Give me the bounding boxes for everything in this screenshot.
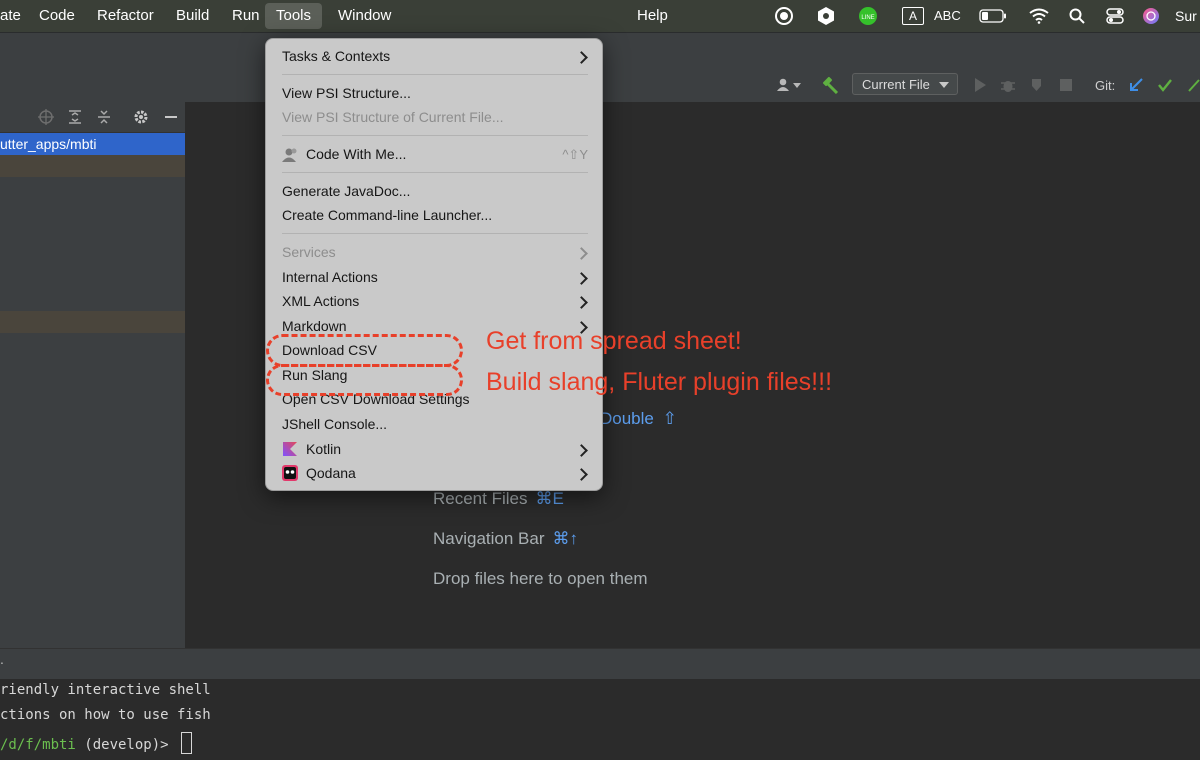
annotation-text-build-slang: Build slang, Fluter plugin files!!! [486, 368, 833, 396]
menu-item-tasks-contexts[interactable]: Tasks & Contexts [282, 48, 390, 64]
spotlight-search-icon[interactable] [1067, 0, 1087, 32]
collapse-all-icon[interactable] [95, 108, 113, 126]
hide-panel-icon[interactable] [162, 108, 180, 126]
menu-code[interactable]: Code [39, 0, 75, 32]
chevron-down-icon [939, 82, 949, 88]
menu-item-xml-actions[interactable]: XML Actions [282, 293, 359, 309]
menu-refactor[interactable]: Refactor [97, 0, 154, 32]
menu-item-view-psi-structure[interactable]: View PSI Structure... [282, 85, 411, 101]
menu-divider [282, 74, 588, 75]
control-center-icon[interactable] [1105, 0, 1125, 32]
menu-divider [282, 135, 588, 136]
line-app-icon[interactable]: LINE [857, 0, 879, 32]
git-label: Git: [1095, 78, 1116, 93]
menu-item-markdown[interactable]: Markdown [282, 318, 347, 334]
chevron-right-icon [575, 296, 588, 309]
menu-item-create-launcher[interactable]: Create Command-line Launcher... [282, 207, 492, 223]
run-configuration-dropdown[interactable]: Current File [852, 73, 958, 95]
drop-files-hint: Drop files here to open them [433, 569, 648, 588]
annotation-oval-download-csv [266, 334, 463, 367]
menu-run[interactable]: Run [232, 0, 260, 32]
terminal-cursor [181, 732, 193, 754]
navigation-bar-hint: Navigation Bar ⌘↑ [433, 529, 579, 548]
git-update-icon[interactable] [1127, 76, 1145, 94]
menu-item-qodana[interactable]: Qodana [306, 465, 356, 481]
debug-icon[interactable] [999, 76, 1017, 94]
chevron-right-icon [575, 51, 588, 64]
app-hex-icon[interactable] [815, 0, 837, 32]
chevron-right-icon [575, 272, 588, 285]
stop-icon[interactable] [1057, 76, 1075, 94]
menu-navigate[interactable]: ate [0, 0, 21, 32]
profile-icon[interactable] [1028, 76, 1046, 94]
annotation-text-spreadsheet: Get from spread sheet! [486, 327, 742, 355]
expand-all-icon[interactable] [66, 108, 84, 126]
siri-icon[interactable] [1141, 0, 1161, 32]
run-icon[interactable] [971, 76, 989, 94]
code-with-me-shortcut: ^⇧Y [562, 147, 588, 162]
menu-item-code-with-me[interactable]: Code With Me... [306, 146, 406, 162]
menu-help[interactable]: Help [637, 0, 668, 32]
recent-files-hint: Recent Files ⌘E [433, 489, 564, 508]
locate-target-icon[interactable] [37, 108, 55, 126]
annotation-oval-run-slang [266, 364, 463, 396]
code-with-me-icon [282, 147, 300, 168]
wifi-icon[interactable] [1028, 0, 1050, 32]
menu-divider [282, 233, 588, 234]
gear-icon[interactable] [132, 108, 150, 126]
terminal-output[interactable]: riendly interactive shell ctions on how … [0, 679, 1200, 760]
menu-build[interactable]: Build [176, 0, 209, 32]
code-with-me-icon[interactable] [775, 76, 803, 94]
terminal-line: riendly interactive shell [0, 682, 211, 698]
menu-item-jshell-console[interactable]: JShell Console... [282, 416, 387, 432]
git-push-icon[interactable] [1185, 76, 1200, 94]
menu-item-kotlin[interactable]: Kotlin [306, 441, 341, 457]
battery-icon[interactable] [979, 0, 1007, 32]
project-tool-window [0, 102, 186, 648]
chevron-right-icon [575, 247, 588, 260]
kotlin-icon [282, 441, 298, 462]
build-hammer-icon[interactable] [821, 76, 839, 94]
git-commit-check-icon[interactable] [1156, 76, 1174, 94]
terminal-prompt: /d/f/mbti (develop)> [0, 732, 193, 754]
search-everywhere-hint-fragment: Double ⇧ [600, 409, 677, 428]
svg-text:LINE: LINE [861, 15, 874, 21]
input-source-icon[interactable]: A [901, 0, 925, 32]
tree-row-highlight[interactable] [0, 155, 185, 177]
menu-item-view-psi-current-file: View PSI Structure of Current File... [282, 109, 504, 125]
menu-window[interactable]: Window [338, 0, 391, 32]
project-panel-header [0, 102, 185, 133]
tree-row-highlight[interactable] [0, 311, 185, 333]
project-root-row[interactable]: utter_apps/mbti [0, 133, 185, 155]
tools-menu-dropdown: Tasks & Contexts View PSI Structure... V… [265, 38, 603, 491]
terminal-header: . [0, 648, 1200, 680]
qodana-icon [282, 465, 298, 486]
menu-item-services: Services [282, 244, 336, 260]
macos-menu-bar: ate Code Refactor Build Run Tools Window… [0, 0, 1200, 32]
chevron-right-icon [575, 444, 588, 457]
menu-divider [282, 172, 588, 173]
terminal-line: ctions on how to use fish [0, 707, 211, 723]
menu-item-generate-javadoc[interactable]: Generate JavaDoc... [282, 183, 410, 199]
menu-item-internal-actions[interactable]: Internal Actions [282, 269, 378, 285]
chevron-right-icon [575, 468, 588, 481]
input-source-label[interactable]: ABC [934, 0, 961, 32]
user-name-label[interactable]: Sur [1175, 0, 1197, 32]
record-icon[interactable] [773, 0, 795, 32]
menu-tools[interactable]: Tools [265, 3, 323, 29]
